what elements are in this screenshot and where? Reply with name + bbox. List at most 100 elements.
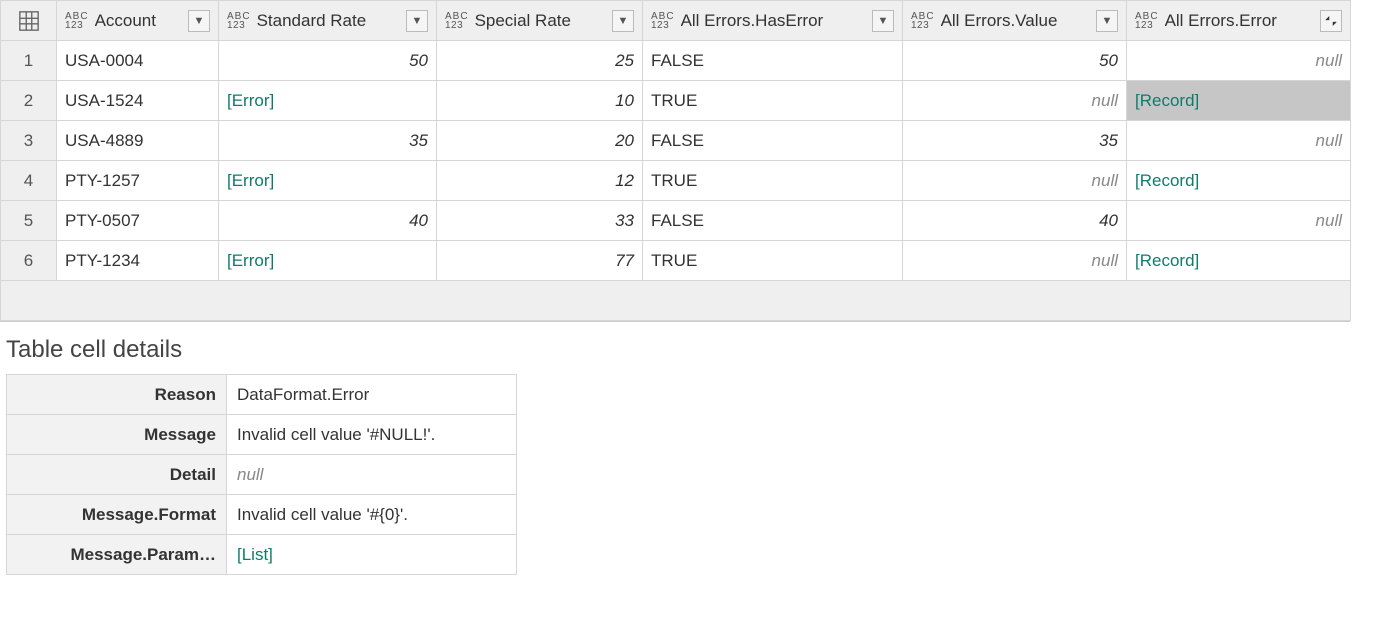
table-icon [18, 10, 40, 32]
details-value[interactable]: [List] [227, 535, 517, 575]
column-header-value[interactable]: ABC123 All Errors.Value ▼ [903, 1, 1127, 41]
cell-value[interactable]: null [903, 241, 1127, 281]
cell-error[interactable]: [Record] [1127, 81, 1351, 121]
cell-value[interactable]: 35 [903, 121, 1127, 161]
row-number[interactable]: 2 [1, 81, 57, 121]
cell-account[interactable]: USA-1524 [57, 81, 219, 121]
column-name: All Errors.HasError [681, 11, 868, 31]
column-header-special-rate[interactable]: ABC123 Special Rate ▼ [437, 1, 643, 41]
table-row[interactable]: 2USA-1524 [Error] 10TRUE null [Record] [1, 81, 1351, 121]
cell-special-rate[interactable]: 77 [437, 241, 643, 281]
cell-standard-rate[interactable]: 50 [219, 41, 437, 81]
column-header-has-error[interactable]: ABC123 All Errors.HasError ▼ [643, 1, 903, 41]
row-number[interactable]: 6 [1, 241, 57, 281]
cell-error[interactable]: [Record] [1127, 241, 1351, 281]
cell-has-error[interactable]: FALSE [643, 121, 903, 161]
cell-account[interactable]: PTY-0507 [57, 201, 219, 241]
details-row: Message.FormatInvalid cell value '#{0}'. [7, 495, 517, 535]
any-type-icon: ABC123 [445, 12, 469, 30]
row-number[interactable]: 1 [1, 41, 57, 81]
cell-standard-rate[interactable]: [Error] [219, 81, 437, 121]
cell-account[interactable]: USA-0004 [57, 41, 219, 81]
cell-has-error[interactable]: TRUE [643, 241, 903, 281]
table-row[interactable]: 1USA-00045025FALSE50null [1, 41, 1351, 81]
cell-error[interactable]: [Record] [1127, 161, 1351, 201]
cell-error[interactable]: null [1127, 41, 1351, 81]
any-type-icon: ABC123 [65, 12, 89, 30]
details-row: Detailnull [7, 455, 517, 495]
details-row: Message.Param… [List] [7, 535, 517, 575]
cell-has-error[interactable]: TRUE [643, 81, 903, 121]
cell-error[interactable]: null [1127, 121, 1351, 161]
null-value: null [1092, 251, 1118, 270]
record-link[interactable]: [Record] [1135, 91, 1199, 110]
column-name: Account [95, 11, 184, 31]
details-row: ReasonDataFormat.Error [7, 375, 517, 415]
any-type-icon: ABC123 [911, 12, 935, 30]
list-link[interactable]: [List] [237, 545, 273, 564]
cell-account[interactable]: PTY-1257 [57, 161, 219, 201]
cell-standard-rate[interactable]: [Error] [219, 241, 437, 281]
details-key: Message [7, 415, 227, 455]
column-header-account[interactable]: ABC123 Account ▼ [57, 1, 219, 41]
cell-details-table: ReasonDataFormat.ErrorMessageInvalid cel… [6, 374, 517, 575]
cell-account[interactable]: PTY-1234 [57, 241, 219, 281]
cell-account[interactable]: USA-4889 [57, 121, 219, 161]
cell-standard-rate[interactable]: 35 [219, 121, 437, 161]
details-key: Detail [7, 455, 227, 495]
details-key: Message.Format [7, 495, 227, 535]
details-title: Table cell details [6, 336, 1388, 364]
record-link[interactable]: [Error] [227, 251, 274, 270]
cell-standard-rate[interactable]: [Error] [219, 161, 437, 201]
table-row[interactable]: 3USA-48893520FALSE35null [1, 121, 1351, 161]
filter-dropdown-button[interactable]: ▼ [872, 10, 894, 32]
any-type-icon: ABC123 [1135, 12, 1159, 30]
details-key: Message.Param… [7, 535, 227, 575]
filter-dropdown-button[interactable]: ▼ [612, 10, 634, 32]
details-value[interactable]: Invalid cell value '#NULL!'. [227, 415, 517, 455]
record-link[interactable]: [Error] [227, 91, 274, 110]
row-number[interactable]: 5 [1, 201, 57, 241]
cell-has-error[interactable]: FALSE [643, 201, 903, 241]
expand-column-button[interactable] [1320, 10, 1342, 32]
cell-standard-rate[interactable]: 40 [219, 201, 437, 241]
cell-special-rate[interactable]: 33 [437, 201, 643, 241]
cell-value[interactable]: null [903, 161, 1127, 201]
filter-dropdown-button[interactable]: ▼ [406, 10, 428, 32]
cell-special-rate[interactable]: 20 [437, 121, 643, 161]
null-value: null [1092, 91, 1118, 110]
cell-has-error[interactable]: FALSE [643, 41, 903, 81]
cell-has-error[interactable]: TRUE [643, 161, 903, 201]
column-name: Standard Rate [257, 11, 402, 31]
details-row: MessageInvalid cell value '#NULL!'. [7, 415, 517, 455]
details-value[interactable]: DataFormat.Error [227, 375, 517, 415]
record-link[interactable]: [Record] [1135, 251, 1199, 270]
cell-special-rate[interactable]: 25 [437, 41, 643, 81]
null-value: null [1316, 131, 1342, 150]
cell-special-rate[interactable]: 12 [437, 161, 643, 201]
any-type-icon: ABC123 [651, 12, 675, 30]
column-name: All Errors.Error [1165, 11, 1316, 31]
table-row[interactable]: 4PTY-1257 [Error] 12TRUEnull [Record] [1, 161, 1351, 201]
column-header-error[interactable]: ABC123 All Errors.Error [1127, 1, 1351, 41]
filter-dropdown-button[interactable]: ▼ [188, 10, 210, 32]
expand-icon [1324, 14, 1338, 28]
row-number[interactable]: 4 [1, 161, 57, 201]
cell-value[interactable]: 40 [903, 201, 1127, 241]
table-row[interactable]: 6PTY-1234 [Error] 77TRUE null [Record] [1, 241, 1351, 281]
table-select-all[interactable] [1, 1, 57, 41]
table-row[interactable]: 5PTY-05074033FALSE40null [1, 201, 1351, 241]
cell-special-rate[interactable]: 10 [437, 81, 643, 121]
details-value[interactable]: null [227, 455, 517, 495]
details-value[interactable]: Invalid cell value '#{0}'. [227, 495, 517, 535]
null-value: null [1316, 51, 1342, 70]
row-number[interactable]: 3 [1, 121, 57, 161]
cell-error[interactable]: null [1127, 201, 1351, 241]
cell-value[interactable]: 50 [903, 41, 1127, 81]
cell-value[interactable]: null [903, 81, 1127, 121]
filter-dropdown-button[interactable]: ▼ [1096, 10, 1118, 32]
column-header-standard-rate[interactable]: ABC123 Standard Rate ▼ [219, 1, 437, 41]
record-link[interactable]: [Error] [227, 171, 274, 190]
record-link[interactable]: [Record] [1135, 171, 1199, 190]
any-type-icon: ABC123 [227, 12, 251, 30]
